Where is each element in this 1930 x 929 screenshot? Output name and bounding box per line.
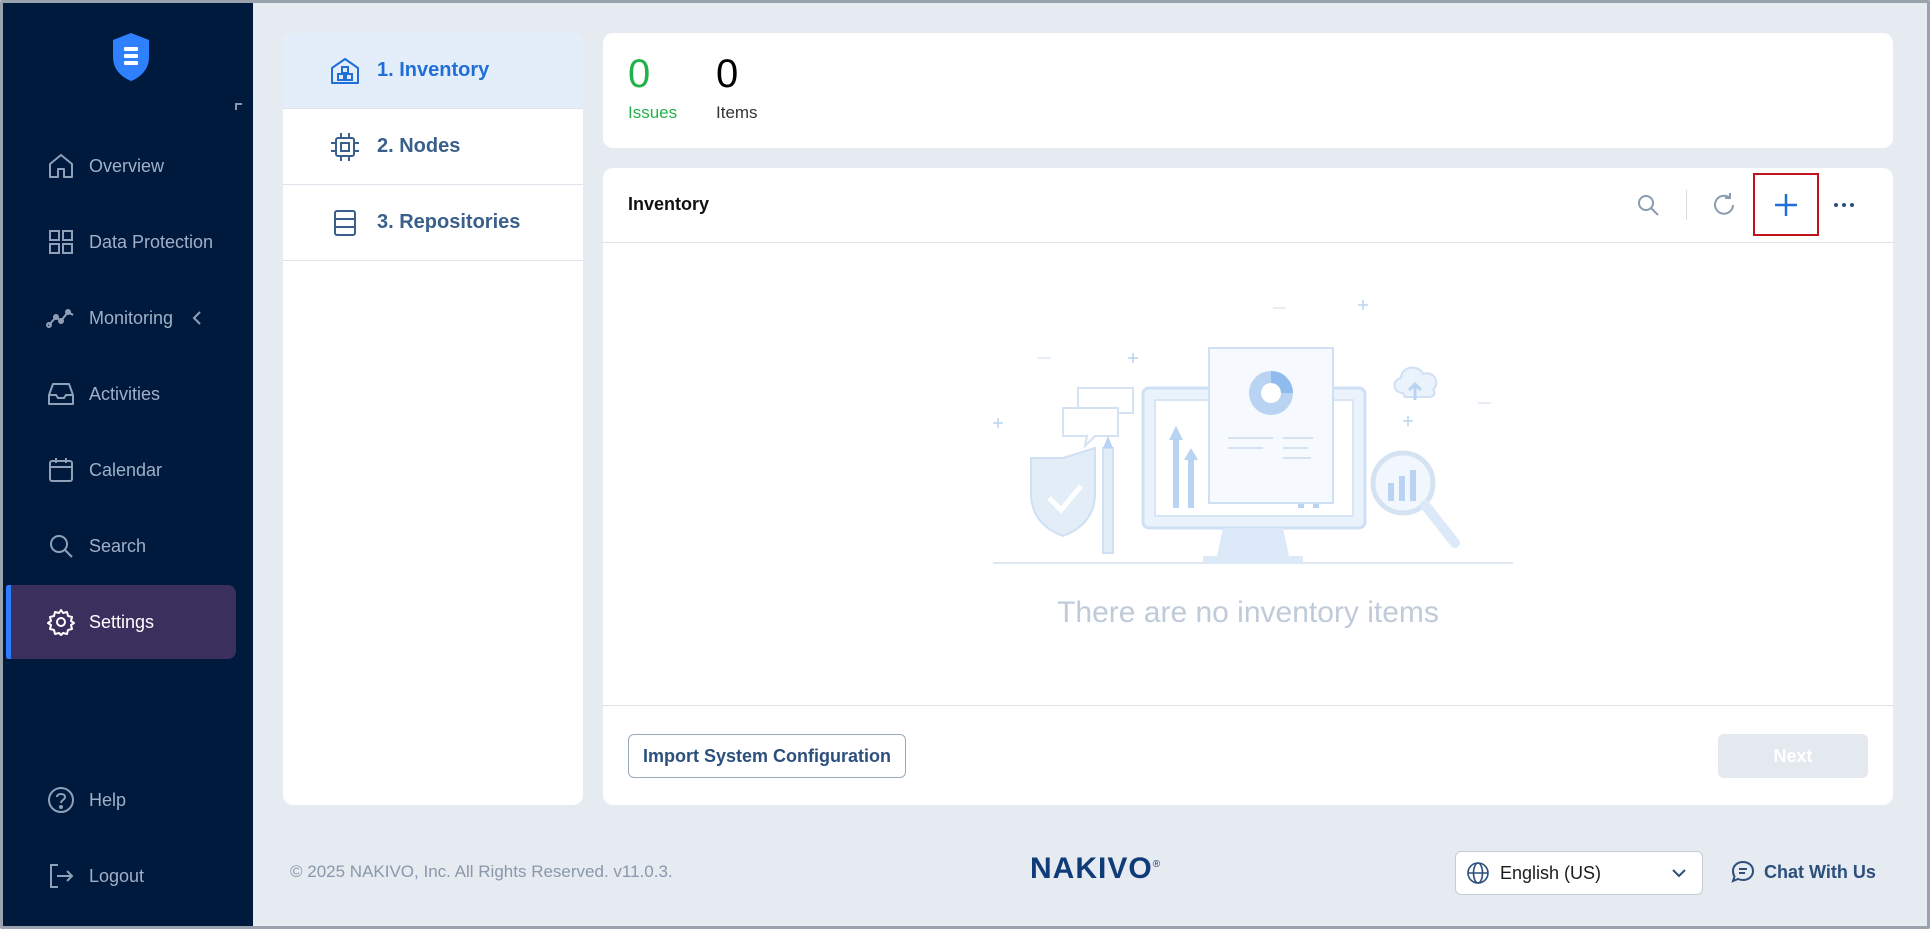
sidebar-item-data-protection[interactable]: Data Protection — [6, 205, 236, 279]
step-label: 2. Nodes — [377, 135, 461, 157]
panel-title: Inventory — [628, 194, 710, 214]
wizard-steps: 1. Inventory 2. Nodes 3. Repositories — [283, 33, 583, 805]
gear-icon — [47, 609, 75, 636]
add-button[interactable] — [1753, 173, 1819, 236]
sidebar-item-settings[interactable]: Settings — [6, 585, 236, 659]
sidebar-item-label: Data Protection — [89, 231, 214, 252]
sidebar-item-label: Search — [89, 535, 147, 556]
step-label: 3. Repositories — [377, 211, 521, 233]
sidebar-item-monitoring[interactable]: Monitoring — [6, 281, 236, 355]
items-stat: 0 Items — [716, 51, 758, 123]
sidebar-item-label: Overview — [89, 155, 165, 176]
sidebar-item-label: Help — [89, 789, 127, 810]
inbox-icon — [48, 383, 74, 405]
sidebar-item-search[interactable]: Search — [6, 509, 236, 583]
chat-with-us-button[interactable]: Chat With Us — [1730, 859, 1876, 885]
sidebar-item-calendar[interactable]: Calendar — [6, 433, 236, 507]
sidebar-item-label: Activities — [89, 383, 161, 404]
refresh-icon — [1714, 193, 1734, 215]
app-logo-icon[interactable] — [109, 31, 153, 83]
brand-logo: NAKIVO® — [1030, 852, 1161, 886]
inventory-icon — [331, 57, 359, 84]
collapse-sidebar-icon[interactable] — [235, 103, 242, 110]
brand-name: NAKIVO — [1030, 852, 1153, 885]
logout-icon — [50, 864, 74, 888]
globe-icon — [1467, 862, 1489, 884]
copyright-text: © 2025 NAKIVO, Inc. All Rights Reserved.… — [290, 862, 673, 881]
chip-icon — [331, 132, 359, 161]
search-icon — [50, 535, 73, 558]
step-label: 1. Inventory — [377, 59, 490, 81]
language-value: English (US) — [1500, 862, 1602, 883]
refresh-button[interactable] — [1705, 186, 1743, 224]
sidebar-item-label: Monitoring — [89, 307, 174, 328]
issues-label: Issues — [628, 103, 678, 122]
step-nodes[interactable]: 2. Nodes — [283, 109, 583, 185]
monitoring-icon — [46, 309, 74, 328]
chevron-left-icon[interactable] — [189, 310, 205, 326]
plus-icon — [1775, 193, 1797, 216]
sidebar-item-logout[interactable]: Logout — [6, 839, 236, 913]
search-icon — [1638, 195, 1659, 216]
sidebar-item-overview[interactable]: Overview — [6, 129, 236, 203]
next-button[interactable]: Next — [1718, 734, 1868, 778]
calendar-icon — [49, 458, 73, 482]
registered-mark: ® — [1152, 859, 1162, 870]
repository-icon — [334, 209, 356, 236]
search-button[interactable] — [1629, 186, 1667, 224]
sidebar-item-label: Logout — [89, 865, 145, 886]
empty-state-message: There are no inventory items — [1057, 596, 1439, 629]
empty-state-illustration — [993, 300, 1513, 564]
panel-footer: Import System Configuration Next — [603, 705, 1893, 805]
issues-count: 0 — [628, 52, 651, 96]
items-label: Items — [716, 103, 758, 122]
issues-stat[interactable]: 0 Issues — [628, 51, 677, 123]
sidebar: Overview Data Protection Monitoring Acti… — [3, 3, 253, 926]
help-icon — [48, 787, 74, 813]
import-configuration-button[interactable]: Import System Configuration — [628, 734, 907, 778]
sidebar-item-label: Calendar — [89, 459, 163, 480]
language-select[interactable]: English (US) — [1455, 851, 1703, 895]
chat-label: Chat With Us — [1764, 861, 1876, 882]
more-options-button[interactable] — [1825, 186, 1863, 224]
toolbar-divider — [1686, 190, 1687, 220]
inventory-header: Inventory — [603, 168, 1893, 243]
home-icon — [49, 154, 73, 178]
sidebar-item-activities[interactable]: Activities — [6, 357, 236, 431]
summary-card: 0 Issues 0 Items — [603, 33, 1893, 148]
chat-icon — [1731, 860, 1755, 883]
chevron-down-icon — [1672, 869, 1686, 878]
inventory-panel: Inventory There are no inventory items I… — [603, 168, 1893, 805]
step-inventory[interactable]: 1. Inventory — [283, 33, 583, 109]
grid-icon — [49, 230, 73, 254]
items-count: 0 — [716, 52, 739, 96]
sidebar-item-label: Settings — [89, 611, 155, 632]
step-repositories[interactable]: 3. Repositories — [283, 185, 583, 261]
sidebar-item-help[interactable]: Help — [6, 763, 236, 837]
more-horizontal-icon — [1834, 203, 1854, 207]
